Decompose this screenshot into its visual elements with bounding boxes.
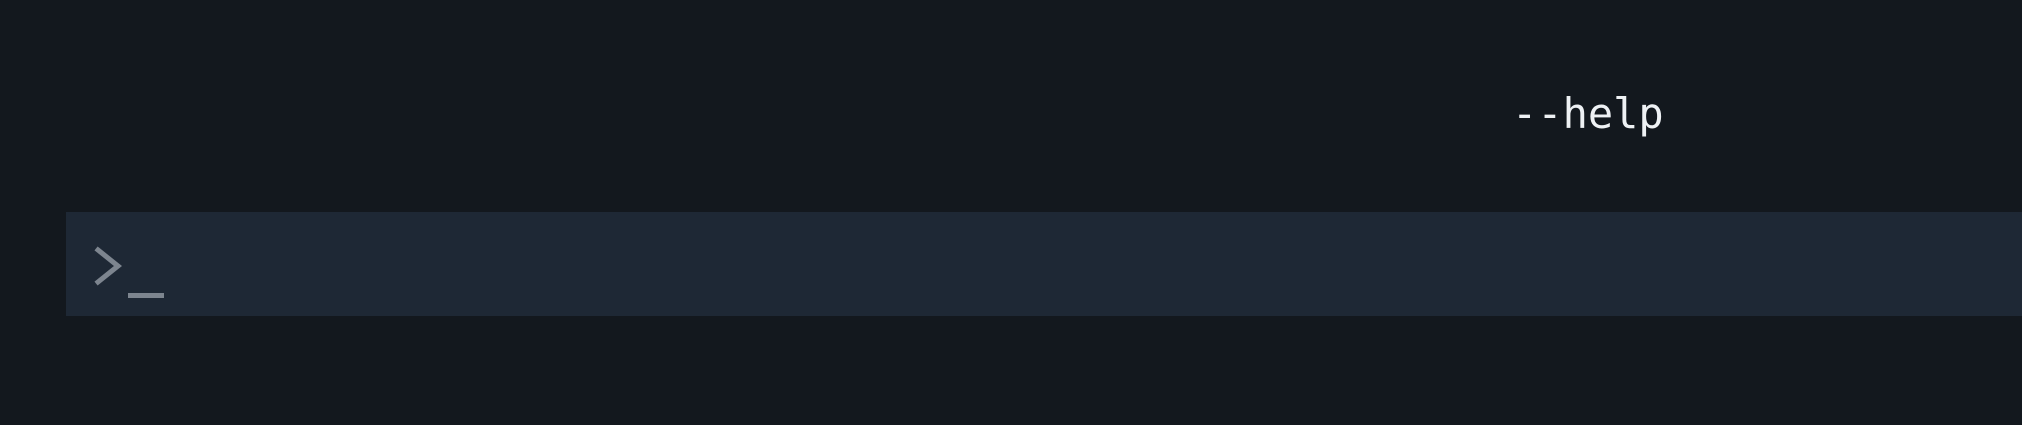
terminal-screen: --help [0,0,2022,425]
terminal-prompt-icon [92,246,166,300]
command-input-bar[interactable] [66,212,2022,316]
command-output-text: --help [1512,89,1664,138]
